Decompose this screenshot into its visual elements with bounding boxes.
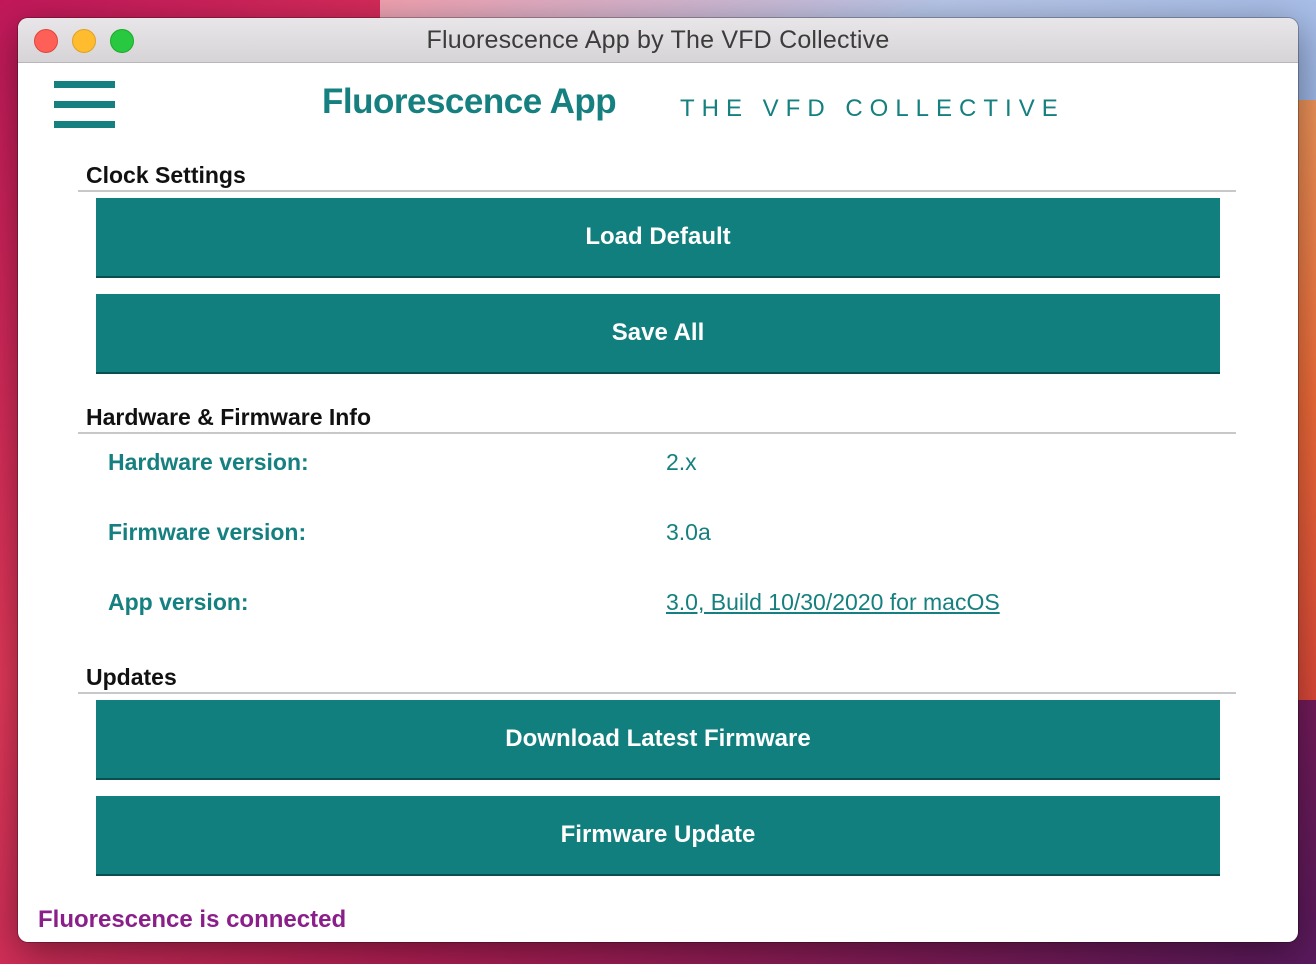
save-all-button[interactable]: Save All [96,294,1220,374]
download-latest-firmware-button[interactable]: Download Latest Firmware [96,700,1220,780]
app-header: Fluorescence App THE VFD COLLECTIVE [18,63,1298,153]
window-title: Fluorescence App by The VFD Collective [426,25,890,54]
section-clock-settings: Clock Settings [78,160,1236,192]
app-window: Fluorescence App by The VFD Collective F… [18,18,1298,942]
zoom-window-button[interactable] [110,29,134,53]
window-controls [34,29,134,53]
hamburger-menu-icon[interactable] [54,81,115,129]
app-subtitle: THE VFD COLLECTIVE [680,95,1065,122]
app-version-label: App version: [108,589,249,615]
firmware-version-value: 3.0a [666,519,711,545]
firmware-update-button[interactable]: Firmware Update [96,796,1220,876]
section-title: Updates [86,664,177,690]
app-version-link[interactable]: 3.0, Build 10/30/2020 for macOS [666,589,1000,616]
section-updates: Updates [78,662,1236,694]
section-title: Hardware & Firmware Info [86,404,372,430]
hardware-version-label: Hardware version: [108,449,309,475]
title-bar[interactable]: Fluorescence App by The VFD Collective [18,18,1298,63]
section-title: Clock Settings [86,162,246,188]
firmware-version-label: Firmware version: [108,519,307,545]
connection-status: Fluorescence is connected [38,906,347,933]
load-default-button[interactable]: Load Default [96,198,1220,278]
section-hardware-firmware-info: Hardware & Firmware Info [78,402,1236,434]
app-brand: Fluorescence App [322,82,617,121]
minimize-window-button[interactable] [72,29,96,53]
close-window-button[interactable] [34,29,58,53]
hardware-version-value: 2.x [666,449,697,475]
